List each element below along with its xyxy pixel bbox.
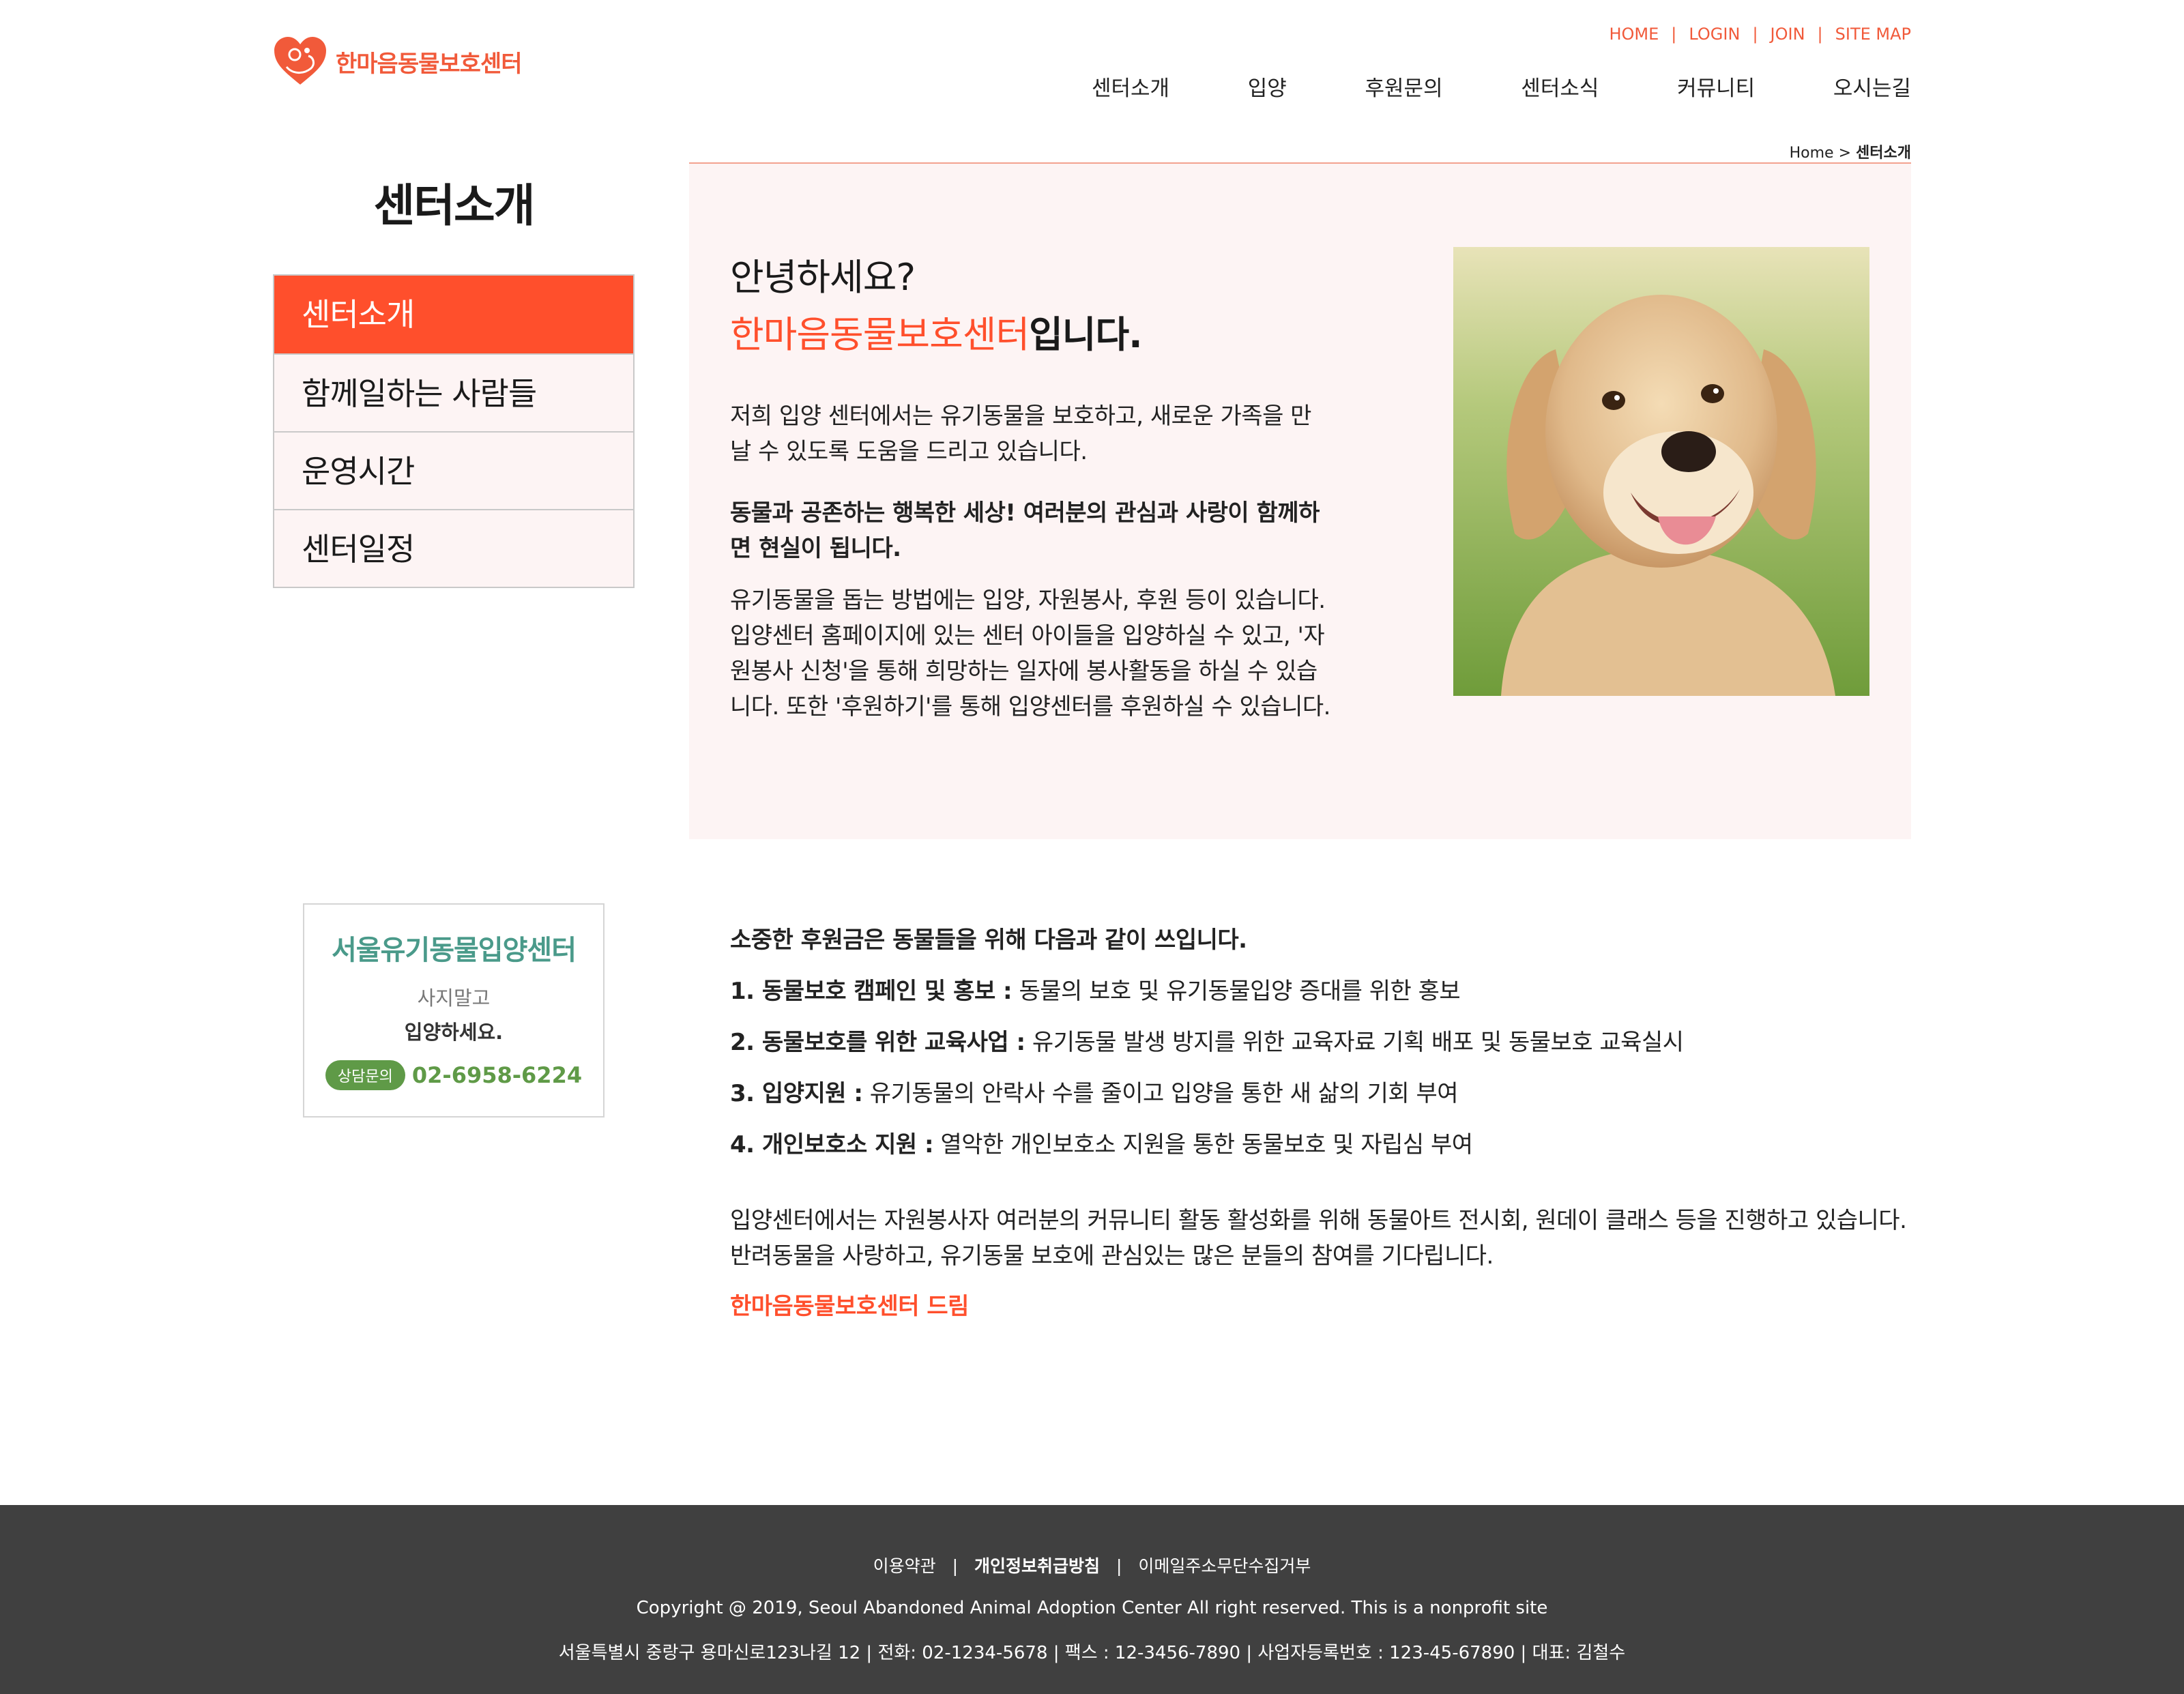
usage-closing-text: 입양센터에서는 자원봉사자 여러분의 커뮤니티 활동 활성화를 위해 동물아트 … xyxy=(730,1207,1907,1270)
adoption-center-banner[interactable]: 서울유기동물입양센터 사지말고 입양하세요. 상담문의 02-6958-6224 xyxy=(303,903,605,1118)
consult-badge: 상담문의 xyxy=(325,1060,405,1090)
usage-item-title: 2. 동물보호를 위한 교육사업 : xyxy=(730,1029,1025,1056)
link-separator: | xyxy=(1752,25,1758,44)
usage-item: 1. 동물보호 캠페인 및 홍보 : 동물의 보호 및 유기동물입양 증대를 위… xyxy=(730,972,1917,1006)
sidebar-item-hours[interactable]: 운영시간 xyxy=(274,431,633,509)
sidebar-item-center-intro[interactable]: 센터소개 xyxy=(274,276,633,353)
privacy-policy-link[interactable]: 개인정보취급방침 xyxy=(974,1556,1100,1576)
email-refusal-link[interactable]: 이메일주소무단수집거부 xyxy=(1138,1556,1311,1576)
breadcrumb-current: 센터소개 xyxy=(1856,145,1911,162)
join-link[interactable]: JOIN xyxy=(1771,25,1805,44)
breadcrumb: Home > 센터소개 xyxy=(1790,141,1911,162)
banner-slogan-1: 사지말고 xyxy=(417,987,491,1010)
footer-separator: | xyxy=(1116,1556,1122,1576)
banner-slogan-2: 입양하세요. xyxy=(404,1021,504,1044)
usage-item-desc: 열악한 개인보호소 지원을 통한 동물보호 및 자립심 부여 xyxy=(933,1131,1473,1158)
sidebar-item-staff[interactable]: 함께일하는 사람들 xyxy=(274,353,633,431)
home-link[interactable]: HOME xyxy=(1609,25,1659,44)
usage-signature: 한마음동물보호센터 드림 xyxy=(730,1293,969,1320)
intro-greeting: 안녕하세요? xyxy=(730,256,916,299)
link-separator: | xyxy=(1817,25,1823,44)
usage-item-desc: 유기동물의 안락사 수를 줄이고 입양을 통한 새 삶의 기회 부여 xyxy=(862,1080,1459,1107)
consult-phone: 02-6958-6224 xyxy=(411,1062,583,1088)
heart-logo-icon xyxy=(274,37,326,85)
usage-item-title: 1. 동물보호 캠페인 및 홍보 : xyxy=(730,978,1013,1005)
page-title: 센터소개 xyxy=(373,179,536,232)
terms-link[interactable]: 이용약관 xyxy=(873,1556,936,1576)
footer-separator: | xyxy=(952,1556,959,1576)
intro-paragraph-3: 유기동물을 돕는 방법에는 입양, 자원봉사, 후원 등이 있습니다. 입양센터… xyxy=(730,587,1330,720)
breadcrumb-home[interactable]: Home xyxy=(1790,145,1834,162)
banner-title: 서울유기동물입양센터 xyxy=(332,935,577,966)
site-footer: 이용약관 | 개인정보취급방침 | 이메일주소무단수집거부 Copyright … xyxy=(0,1505,2184,1694)
footer-links: 이용약관 | 개인정보취급방침 | 이메일주소무단수집거부 xyxy=(0,1553,2184,1577)
site-logo[interactable]: 한마음동물보호센터 xyxy=(272,34,523,89)
donation-usage-section: 소중한 후원금은 동물들을 위해 다음과 같이 쓰입니다. 1. 동물보호 캠페… xyxy=(730,921,1917,1321)
usage-item-title: 4. 개인보호소 지원 : xyxy=(730,1131,934,1158)
sidebar-menu: 센터소개 함께일하는 사람들 운영시간 센터일정 xyxy=(273,274,635,588)
usage-item-desc: 동물의 보호 및 유기동물입양 증대를 위한 홍보 xyxy=(1012,978,1461,1005)
golden-retriever-photo xyxy=(1453,247,1869,696)
intro-paragraph-1: 저희 입양 센터에서는 유기동물을 보호하고, 새로운 가족을 만날 수 있도록… xyxy=(730,403,1311,465)
sitemap-link[interactable]: SITE MAP xyxy=(1835,25,1911,44)
link-separator: | xyxy=(1671,25,1677,44)
usage-heading: 소중한 후원금은 동물들을 위해 다음과 같이 쓰입니다. xyxy=(730,926,1247,954)
sidebar-item-schedule[interactable]: 센터일정 xyxy=(274,509,633,587)
banner-contact: 상담문의 02-6958-6224 xyxy=(304,1060,603,1090)
main-navigation: 센터소개 입양 후원문의 센터소식 커뮤니티 오시는길 xyxy=(1092,71,1911,102)
intro-center-name: 한마음동물보호센터 xyxy=(730,313,1030,356)
usage-item-title: 3. 입양지원 : xyxy=(730,1080,863,1107)
nav-center-intro[interactable]: 센터소개 xyxy=(1092,71,1169,102)
usage-item: 3. 입양지원 : 유기동물의 안락사 수를 줄이고 입양을 통한 새 삶의 기… xyxy=(730,1075,1917,1108)
nav-community[interactable]: 커뮤니티 xyxy=(1677,71,1755,102)
usage-item: 4. 개인보호소 지원 : 열악한 개인보호소 지원을 통한 동물보호 및 자립… xyxy=(730,1126,1917,1159)
intro-center-suffix: 입니다. xyxy=(1029,313,1143,356)
login-link[interactable]: LOGIN xyxy=(1689,25,1740,44)
logo-text: 한마음동물보호센터 xyxy=(336,50,523,78)
top-utility-links: HOME | LOGIN | JOIN | SITE MAP xyxy=(1609,25,1911,44)
nav-sponsorship[interactable]: 후원문의 xyxy=(1365,71,1443,102)
nav-directions[interactable]: 오시는길 xyxy=(1833,71,1911,102)
footer-copyright: Copyright @ 2019, Seoul Abandoned Animal… xyxy=(636,1598,1548,1618)
nav-center-news[interactable]: 센터소식 xyxy=(1521,71,1599,102)
intro-paragraph-2: 동물과 공존하는 행복한 세상! 여러분의 관심과 사랑이 함께하면 현실이 됩… xyxy=(730,499,1320,562)
breadcrumb-separator: > xyxy=(1838,145,1852,162)
usage-item-desc: 유기동물 발생 방지를 위한 교육자료 기획 배포 및 동물보호 교육실시 xyxy=(1025,1029,1684,1056)
usage-item: 2. 동물보호를 위한 교육사업 : 유기동물 발생 방지를 위한 교육자료 기… xyxy=(730,1023,1917,1057)
nav-adoption[interactable]: 입양 xyxy=(1248,71,1287,102)
intro-section: 안녕하세요? 한마음동물보호센터입니다. 저희 입양 센터에서는 유기동물을 보… xyxy=(689,162,1911,839)
intro-heading: 한마음동물보호센터입니다. xyxy=(730,304,1143,358)
footer-contact-info: 서울특별시 중랑구 용마신로123나길 12 | 전화: 02-1234-567… xyxy=(558,1643,1626,1663)
